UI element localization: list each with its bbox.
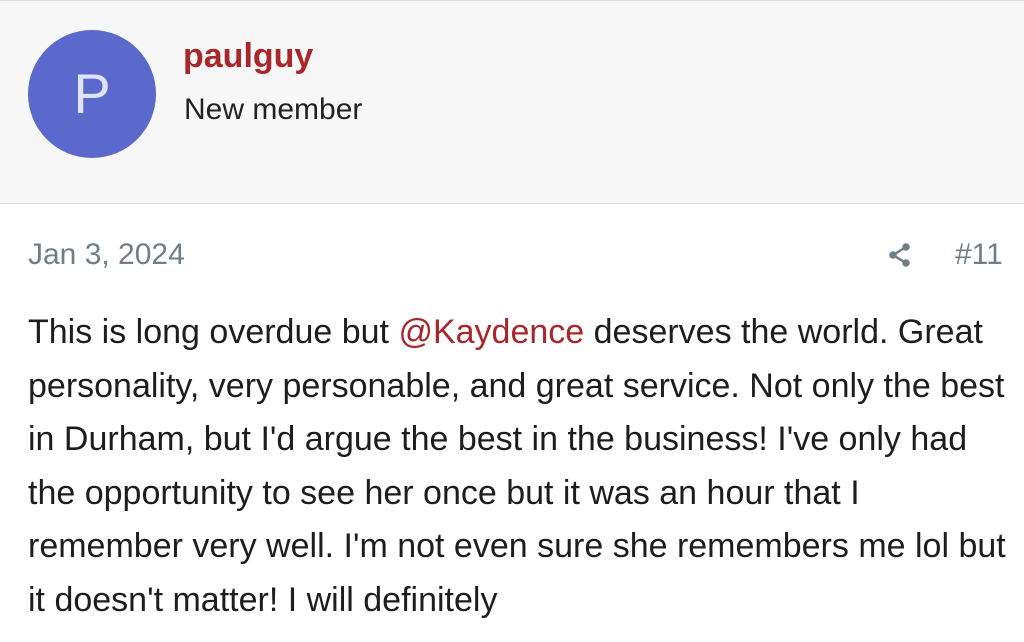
mention-link[interactable]: @Kaydence: [398, 313, 584, 351]
post-user-header: P paulguy New member: [0, 0, 1024, 204]
post-text-before: This is long overdue but: [28, 313, 399, 351]
post-body: This is long overdue but @Kaydence deser…: [28, 306, 1018, 627]
post-date-link[interactable]: Jan 3, 2024: [28, 238, 185, 272]
post-text-after: deserves the world. Great personality, v…: [28, 313, 1006, 619]
user-title: New member: [184, 93, 363, 126]
post-number-link[interactable]: #11: [955, 238, 1003, 272]
user-avatar[interactable]: P: [28, 30, 156, 158]
share-icon[interactable]: [886, 241, 914, 269]
username-link[interactable]: paulguy: [183, 37, 313, 76]
